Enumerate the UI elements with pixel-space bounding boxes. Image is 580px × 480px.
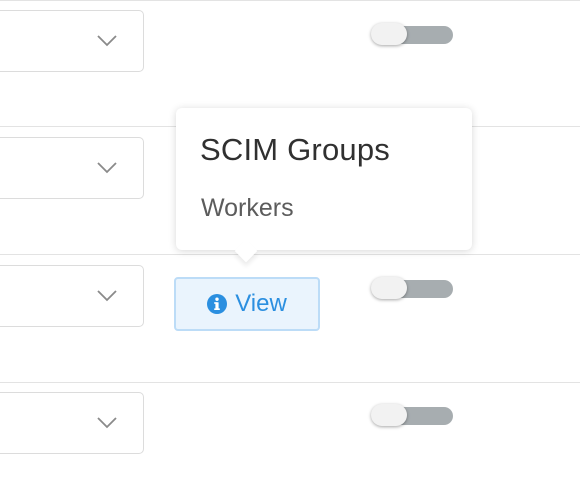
- row-1-toggle[interactable]: [371, 23, 453, 45]
- chevron-down-icon: [97, 162, 117, 174]
- chevron-down-icon: [97, 290, 117, 302]
- popover-arrow: [234, 239, 258, 263]
- chevron-down-icon: [97, 35, 117, 47]
- chevron-down-icon: [97, 417, 117, 429]
- view-scim-groups-button[interactable]: View: [174, 277, 320, 331]
- scim-groups-popover: SCIM Groups Workers: [176, 108, 472, 263]
- row-1-select[interactable]: [0, 10, 144, 72]
- popover-title: SCIM Groups: [200, 132, 390, 167]
- row-3-toggle[interactable]: [371, 277, 453, 299]
- row-3-select[interactable]: [0, 265, 144, 327]
- popover-body: Workers: [201, 194, 294, 222]
- row-divider: [0, 254, 580, 255]
- row-divider: [0, 0, 580, 1]
- row-4-toggle[interactable]: [371, 404, 453, 426]
- toggle-knob: [371, 23, 407, 45]
- view-button-label: View: [235, 290, 287, 317]
- row-2-select[interactable]: [0, 137, 144, 199]
- info-circle-icon: [207, 294, 228, 314]
- row-divider: [0, 382, 580, 383]
- toggle-knob: [371, 404, 407, 426]
- toggle-knob: [371, 277, 407, 299]
- row-4-select[interactable]: [0, 392, 144, 454]
